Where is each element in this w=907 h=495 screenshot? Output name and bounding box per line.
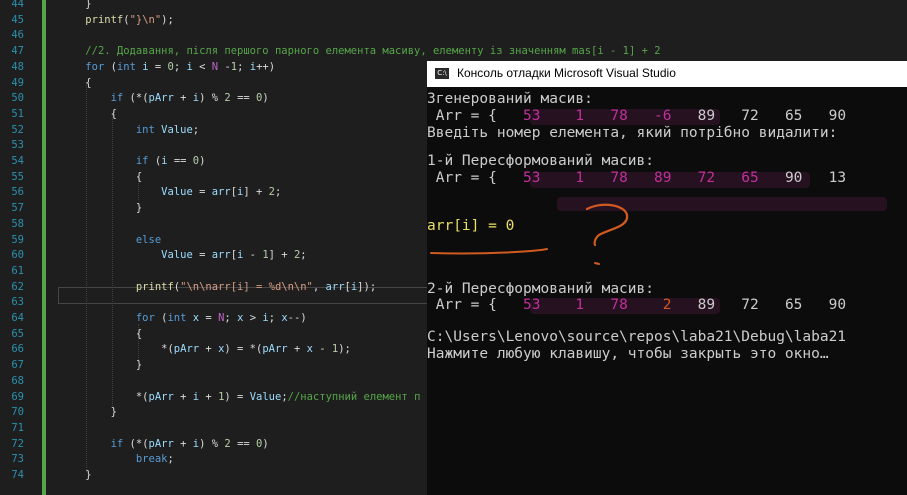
line-number: 60 [11, 249, 24, 262]
line-number: 46 [11, 29, 24, 42]
console-line: Введіть номер елемента, який потрібно ви… [427, 125, 847, 141]
line-number: 50 [11, 92, 24, 105]
line-number: 57 [11, 202, 24, 215]
code-text[interactable]: for (int i = 0; i < N -1; i++) [60, 59, 275, 75]
code-text[interactable]: printf("\n\narr[i] = %d\n\n", arr[i]); [60, 279, 376, 295]
line-number: 66 [11, 343, 24, 356]
pen-question-mark [585, 203, 629, 247]
line-number: 68 [11, 374, 24, 387]
code-text[interactable]: *(pArr + x) = *(pArr + x - 1); [60, 341, 351, 357]
code-line[interactable]: 47 //2. Додавання, після першого парного… [0, 43, 907, 59]
console-text: 53 1 78 [514, 297, 628, 313]
console-title-bar[interactable]: C:\ Консоль отладки Microsoft Visual Stu… [427, 61, 907, 87]
console-text: 2 [627, 297, 672, 313]
code-text[interactable]: } [60, 200, 142, 216]
line-number: 70 [11, 406, 24, 419]
console-text: 53 1 78 89 72 65 [514, 170, 759, 186]
code-text[interactable]: { [60, 326, 142, 342]
pen-dot [594, 262, 600, 265]
line-number: 44 [11, 0, 24, 10]
line-number: 53 [11, 139, 24, 152]
console-line: Згенерований масив: [427, 91, 593, 107]
line-number: 55 [11, 170, 24, 183]
code-text[interactable]: { [60, 169, 142, 185]
line-number: 52 [11, 123, 24, 136]
line-number: 67 [11, 359, 24, 372]
line-number: 49 [11, 76, 24, 89]
code-text[interactable]: *(pArr + i + 1) = Value;//наступний елем… [60, 389, 421, 405]
console-app-icon: C:\ [435, 68, 449, 79]
console-line: Нажмите любую клавишу, чтобы закрыть это… [427, 346, 829, 362]
code-text[interactable]: Value = arr[i - 1] + 2; [60, 247, 306, 263]
line-number: 58 [11, 217, 24, 230]
line-number: 59 [11, 233, 24, 246]
console-line: 1-й Пересформований масив: [427, 153, 654, 169]
line-number: 71 [11, 421, 24, 434]
code-text[interactable]: else [60, 232, 161, 248]
console-text: 89 72 65 90 [671, 297, 847, 313]
code-text[interactable]: Value = arr[i] + 2; [60, 184, 281, 200]
line-number: 63 [11, 296, 24, 309]
console-text: Arr = { [427, 297, 515, 313]
code-text[interactable]: } [60, 467, 91, 483]
code-text[interactable]: } [60, 404, 117, 420]
line-number: 65 [11, 327, 24, 340]
code-text[interactable]: { [60, 75, 91, 91]
code-line[interactable]: 45 printf("}\n"); [0, 12, 907, 28]
line-number: 54 [11, 155, 24, 167]
console-text: 90 13 [758, 170, 847, 186]
pen-annotation [430, 203, 629, 265]
line-number: 47 [11, 45, 24, 58]
line-number: 51 [11, 107, 24, 120]
code-text[interactable]: } [60, 357, 142, 373]
line-number: 69 [11, 390, 24, 403]
code-text[interactable]: if (i == 0) [60, 153, 206, 169]
console-line: Arr = { 53 1 78 89 72 65 90 13 [427, 170, 846, 187]
line-number: 64 [11, 312, 24, 324]
code-text[interactable]: printf("}\n"); [60, 12, 174, 28]
code-text[interactable]: { [60, 106, 117, 122]
console-line: Arr = { 53 1 78 -6 89 72 65 90 [427, 108, 846, 125]
code-line[interactable]: 44 } [0, 0, 907, 12]
line-number: 56 [11, 186, 24, 199]
line-number: 72 [11, 437, 24, 450]
pen-stroke [430, 248, 548, 255]
line-number: 48 [11, 60, 24, 73]
console-text: Arr = { [427, 170, 515, 186]
console-text: 53 1 78 -6 [514, 108, 672, 124]
console-line: Arr = { 53 1 78 2 89 72 65 90 [427, 297, 846, 314]
code-text[interactable]: if (*(pArr + i) % 2 == 0) [60, 90, 269, 106]
console-line: 2-й Пересформований масив: [427, 281, 654, 297]
code-text[interactable]: for (int x = N; x > i; x--) [60, 310, 307, 326]
console-line: C:\Users\Lenovo\source\repos\laba21\Debu… [427, 329, 847, 345]
line-number: 62 [11, 280, 24, 293]
code-line[interactable]: 46 [0, 27, 907, 43]
line-number: 74 [11, 469, 24, 481]
code-text[interactable]: } [60, 0, 91, 12]
console-text: Arr = { [427, 108, 515, 124]
code-text[interactable]: int Value; [60, 122, 199, 138]
code-text[interactable]: //2. Додавання, після першого парного ел… [60, 43, 660, 59]
line-number: 73 [11, 453, 24, 466]
line-number: 45 [11, 13, 24, 26]
code-text[interactable]: break; [60, 451, 174, 467]
line-number: 61 [11, 264, 24, 277]
console-title: Консоль отладки Microsoft Visual Studio [457, 66, 676, 80]
console-text: 89 72 65 90 [671, 108, 847, 124]
debug-console-window[interactable]: C:\ Консоль отладки Microsoft Visual Stu… [427, 61, 907, 495]
code-text[interactable]: if (*(pArr + i) % 2 == 0) [60, 436, 269, 452]
